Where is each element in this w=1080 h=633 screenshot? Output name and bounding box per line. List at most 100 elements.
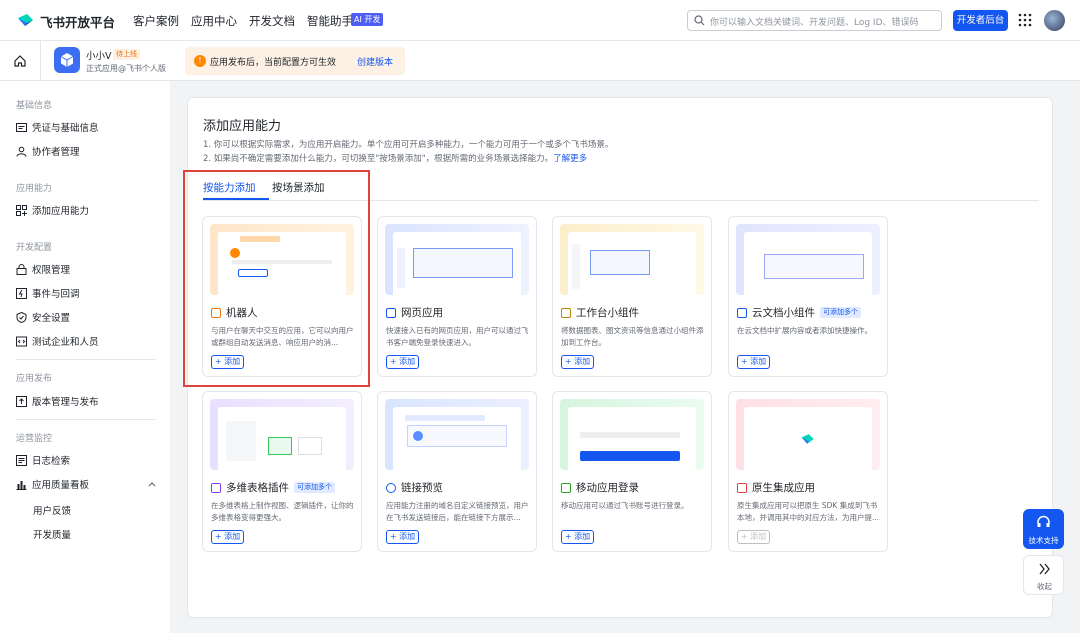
sidebar-divider: [16, 419, 156, 420]
capability-card-native-integration[interactable]: 原生集成应用 原生集成应用可以把原生 SDK 集成到飞书本地，并调用其中的对应方…: [728, 391, 888, 552]
link-icon: [386, 482, 396, 493]
sidebar-item-label: 权限管理: [32, 265, 71, 276]
card-title: 工作台小组件: [561, 305, 639, 320]
apps-grid-icon[interactable]: [1018, 13, 1032, 27]
add-button[interactable]: + 添加: [211, 355, 244, 369]
capability-card-bot[interactable]: 机器人 与用户在聊天中交互的应用，它可以向用户或群组自动发送消息、响应用户的消.…: [202, 216, 362, 377]
robot-icon: [211, 307, 221, 318]
capability-card-workplace-widget[interactable]: 工作台小组件 将数据图表、图文资讯等信息通过小组件添加到工作台。 + 添加: [552, 216, 712, 377]
card-title-text: 移动应用登录: [576, 482, 639, 494]
code-icon: [16, 336, 27, 346]
card-preview: [560, 224, 704, 295]
create-version-link[interactable]: 创建版本: [357, 55, 393, 68]
add-button[interactable]: + 添加: [386, 530, 419, 544]
id-card-icon: [16, 122, 27, 132]
sidebar-item-security[interactable]: 安全设置: [16, 309, 70, 325]
collapse-button[interactable]: 收起: [1023, 555, 1064, 595]
nav-smart-assistant[interactable]: 智能助手: [307, 13, 353, 29]
sidebar-group-title: 应用发布: [16, 374, 53, 384]
card-description: 与用户在聊天中交互的应用，它可以向用户或群组自动发送消息、响应用户的消...: [211, 326, 354, 347]
log-icon: [16, 454, 27, 466]
capability-card-link-preview[interactable]: 链接预览 应用能力注册的域名自定义链接预览，用户在飞书发送链接后，能在链接下方展…: [377, 391, 537, 552]
preview-window: [218, 407, 346, 470]
brand-title[interactable]: 飞书开放平台: [40, 12, 115, 31]
sidebar-item-events[interactable]: 事件与回调: [16, 285, 80, 301]
card-description: 将数据图表、图文资讯等信息通过小组件添加到工作台。: [561, 326, 704, 347]
cube-icon: [60, 53, 74, 67]
multi-add-badge: 可添加多个: [820, 307, 861, 318]
card-preview: [210, 224, 354, 295]
divider: [40, 41, 41, 81]
sidebar-group-title: 应用能力: [16, 184, 53, 194]
preview-window: [393, 232, 521, 295]
card-preview: [210, 399, 354, 470]
card-description: 原生集成应用可以把原生 SDK 集成到飞书本地，并调用其中的对应方法，为用户提.…: [737, 501, 880, 522]
sidebar-group-title: 开发配置: [16, 243, 53, 253]
shield-icon: [16, 311, 27, 323]
search-placeholder: 你可以输入文档关键词、开发问题、Log ID、错误码: [710, 18, 919, 28]
sidebar-item-add-capability[interactable]: 添加应用能力: [16, 202, 89, 218]
status-badge: 待上线: [113, 49, 140, 60]
add-button[interactable]: + 添加: [211, 530, 244, 544]
user-avatar[interactable]: [1044, 10, 1065, 31]
sidebar-item-credentials[interactable]: 凭证与基础信息: [16, 119, 99, 135]
card-preview: [385, 399, 529, 470]
sidebar-item-label: 添加应用能力: [32, 206, 90, 217]
nav-customer-cases[interactable]: 客户案例: [133, 13, 179, 29]
home-icon[interactable]: [13, 54, 27, 68]
search-input[interactable]: 你可以输入文档关键词、开发问题、Log ID、错误码: [687, 10, 942, 31]
description-line-1: 1. 你可以根据实际需求，为应用开启能力。单个应用可开启多种能力，一个能力可用于…: [203, 140, 614, 150]
feishu-logo-icon[interactable]: [16, 10, 36, 30]
headset-icon: [1037, 515, 1050, 527]
sidebar-item-permissions[interactable]: 权限管理: [16, 261, 70, 277]
card-title: 网页应用: [386, 305, 443, 320]
sidebar-item-version-release[interactable]: 版本管理与发布: [16, 393, 99, 409]
sidebar-item-test-enterprise[interactable]: 测试企业和人员: [16, 333, 99, 349]
top-bar: 飞书开放平台 客户案例 应用中心 开发文档 智能助手 AI 开发 你可以输入文档…: [0, 0, 1080, 41]
description-text: 2. 如果尚不确定需要添加什么能力，可切换至"按场景添加"，根据所需的业务场景选…: [203, 154, 554, 164]
event-icon: [16, 287, 27, 299]
learn-more-link[interactable]: 了解更多: [553, 154, 587, 164]
preview-window: [218, 232, 346, 295]
add-button[interactable]: + 添加: [737, 355, 770, 369]
app-name: 小小V: [86, 51, 112, 62]
capability-card-mobile-login[interactable]: 移动应用登录 移动应用可以通过飞书账号进行登录。 + 添加: [552, 391, 712, 552]
sidebar-subitem-feedback[interactable]: 用户反馈: [33, 503, 71, 517]
card-preview: [736, 224, 880, 295]
card-title-text: 机器人: [226, 307, 258, 319]
capability-card-web-app[interactable]: 网页应用 快速接入已有的网页应用，用户可以通过飞书客户端免登录快速进入。 + 添…: [377, 216, 537, 377]
sidebar-item-label: 事件与回调: [32, 289, 80, 300]
description-line-2: 2. 如果尚不确定需要添加什么能力，可切换至"按场景添加"，根据所需的业务场景选…: [203, 152, 587, 164]
add-button[interactable]: + 添加: [561, 355, 594, 369]
sidebar-item-label: 应用质量看板: [32, 480, 90, 491]
sidebar-item-label: 凭证与基础信息: [32, 123, 99, 134]
add-button-disabled[interactable]: + 添加: [737, 530, 770, 544]
collapse-label: 收起: [1037, 582, 1052, 591]
sidebar-item-collaborators[interactable]: 协作者管理: [16, 143, 80, 159]
card-title: 云文档小组件 可添加多个: [737, 305, 861, 320]
table-plugin-icon: [211, 482, 221, 493]
add-button[interactable]: + 添加: [386, 355, 419, 369]
nav-dev-docs[interactable]: 开发文档: [249, 13, 295, 29]
sidebar-subitem-dev-quality[interactable]: 开发质量: [33, 527, 71, 541]
notice-text: 应用发布后，当前配置方可生效: [210, 58, 337, 68]
capability-card-doc-widget[interactable]: 云文档小组件 可添加多个 在云文档中扩展内容或者添加快捷操作。 + 添加: [728, 216, 888, 377]
warning-icon: !: [194, 55, 206, 67]
card-description: 快速接入已有的网页应用，用户可以通过飞书客户端免登录快速进入。: [386, 326, 529, 347]
capability-card-bitable-plugin[interactable]: 多维表格插件 可添加多个 在多维表格上制作视图、逻辑插件，让你的多维表格变得更强大…: [202, 391, 362, 552]
card-preview: [736, 399, 880, 470]
sidebar-group-title: 基础信息: [16, 101, 53, 111]
feishu-logo-icon: [801, 434, 814, 444]
chevron-up-icon[interactable]: [148, 481, 156, 487]
add-button[interactable]: + 添加: [561, 530, 594, 544]
dev-console-button[interactable]: 开发者后台: [953, 10, 1008, 31]
tech-support-button[interactable]: 技术支持: [1023, 509, 1064, 549]
nav-app-center[interactable]: 应用中心: [191, 13, 237, 29]
sidebar-item-log-search[interactable]: 日志检索: [16, 452, 70, 468]
preview-window: [568, 407, 696, 470]
sidebar-item-quality-board[interactable]: 应用质量看板: [16, 476, 89, 492]
card-title: 机器人: [211, 305, 258, 320]
card-title-text: 原生集成应用: [752, 482, 815, 494]
card-title: 移动应用登录: [561, 480, 639, 495]
card-preview: [560, 399, 704, 470]
